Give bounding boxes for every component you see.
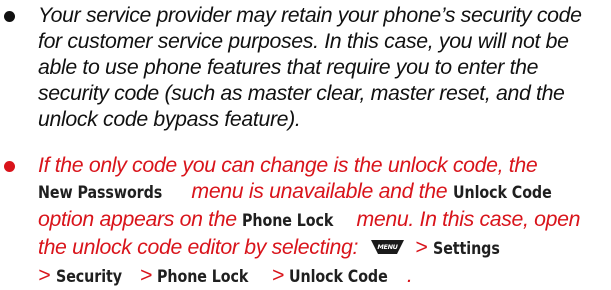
- bullet-text: If the only code you can change is the u…: [38, 152, 611, 290]
- ui-term-settings: Settings: [432, 239, 500, 259]
- text-line: for customer service purposes. In this c…: [38, 29, 569, 53]
- text-line: unlock code bypass feature).: [38, 107, 301, 131]
- ui-term-security: Security: [55, 267, 122, 287]
- text-line: option appears on the Phone Lock menu. I…: [38, 206, 611, 234]
- separator: >: [415, 235, 428, 259]
- text-line: > Security > Phone Lock > Unlock Code.: [38, 262, 611, 290]
- ui-term-new-passwords: New Passwords: [38, 183, 163, 203]
- ui-term-phone-lock: Phone Lock: [242, 211, 334, 231]
- ui-term-unlock-code: Unlock Code: [452, 183, 552, 203]
- text-span: option appears on the: [38, 207, 243, 231]
- text-line: If the only code you can change is the u…: [38, 153, 538, 177]
- text-span: the unlock code editor by selecting:: [38, 235, 359, 259]
- menu-key-label: MENU: [377, 243, 398, 251]
- menu-key-icon: MENU: [370, 239, 405, 255]
- text-line: Your service provider may retain your ph…: [38, 3, 582, 27]
- text-line: the unlock code editor by selecting: MENU…: [38, 234, 611, 262]
- bullet-dot: [4, 11, 15, 22]
- text-span: menu. In this case, open: [350, 207, 581, 231]
- ui-term-unlock-code: Unlock Code: [289, 267, 389, 287]
- separator: >: [134, 263, 158, 287]
- document-page: Your service provider may retain your ph…: [0, 0, 611, 287]
- bullet-dot: [4, 161, 15, 172]
- text-line: security code (such as master clear, mas…: [38, 81, 565, 105]
- separator: >: [266, 263, 290, 287]
- bullet-text: Your service provider may retain your ph…: [38, 2, 611, 132]
- ui-term-phone-lock: Phone Lock: [157, 267, 249, 287]
- text-line: New Passwords menu is unavailable and th…: [38, 178, 611, 206]
- separator: >: [38, 263, 56, 287]
- text-span: menu is unavailable and the: [185, 179, 453, 203]
- period: .: [406, 263, 413, 287]
- text-line: able to use phone features that require …: [38, 55, 539, 79]
